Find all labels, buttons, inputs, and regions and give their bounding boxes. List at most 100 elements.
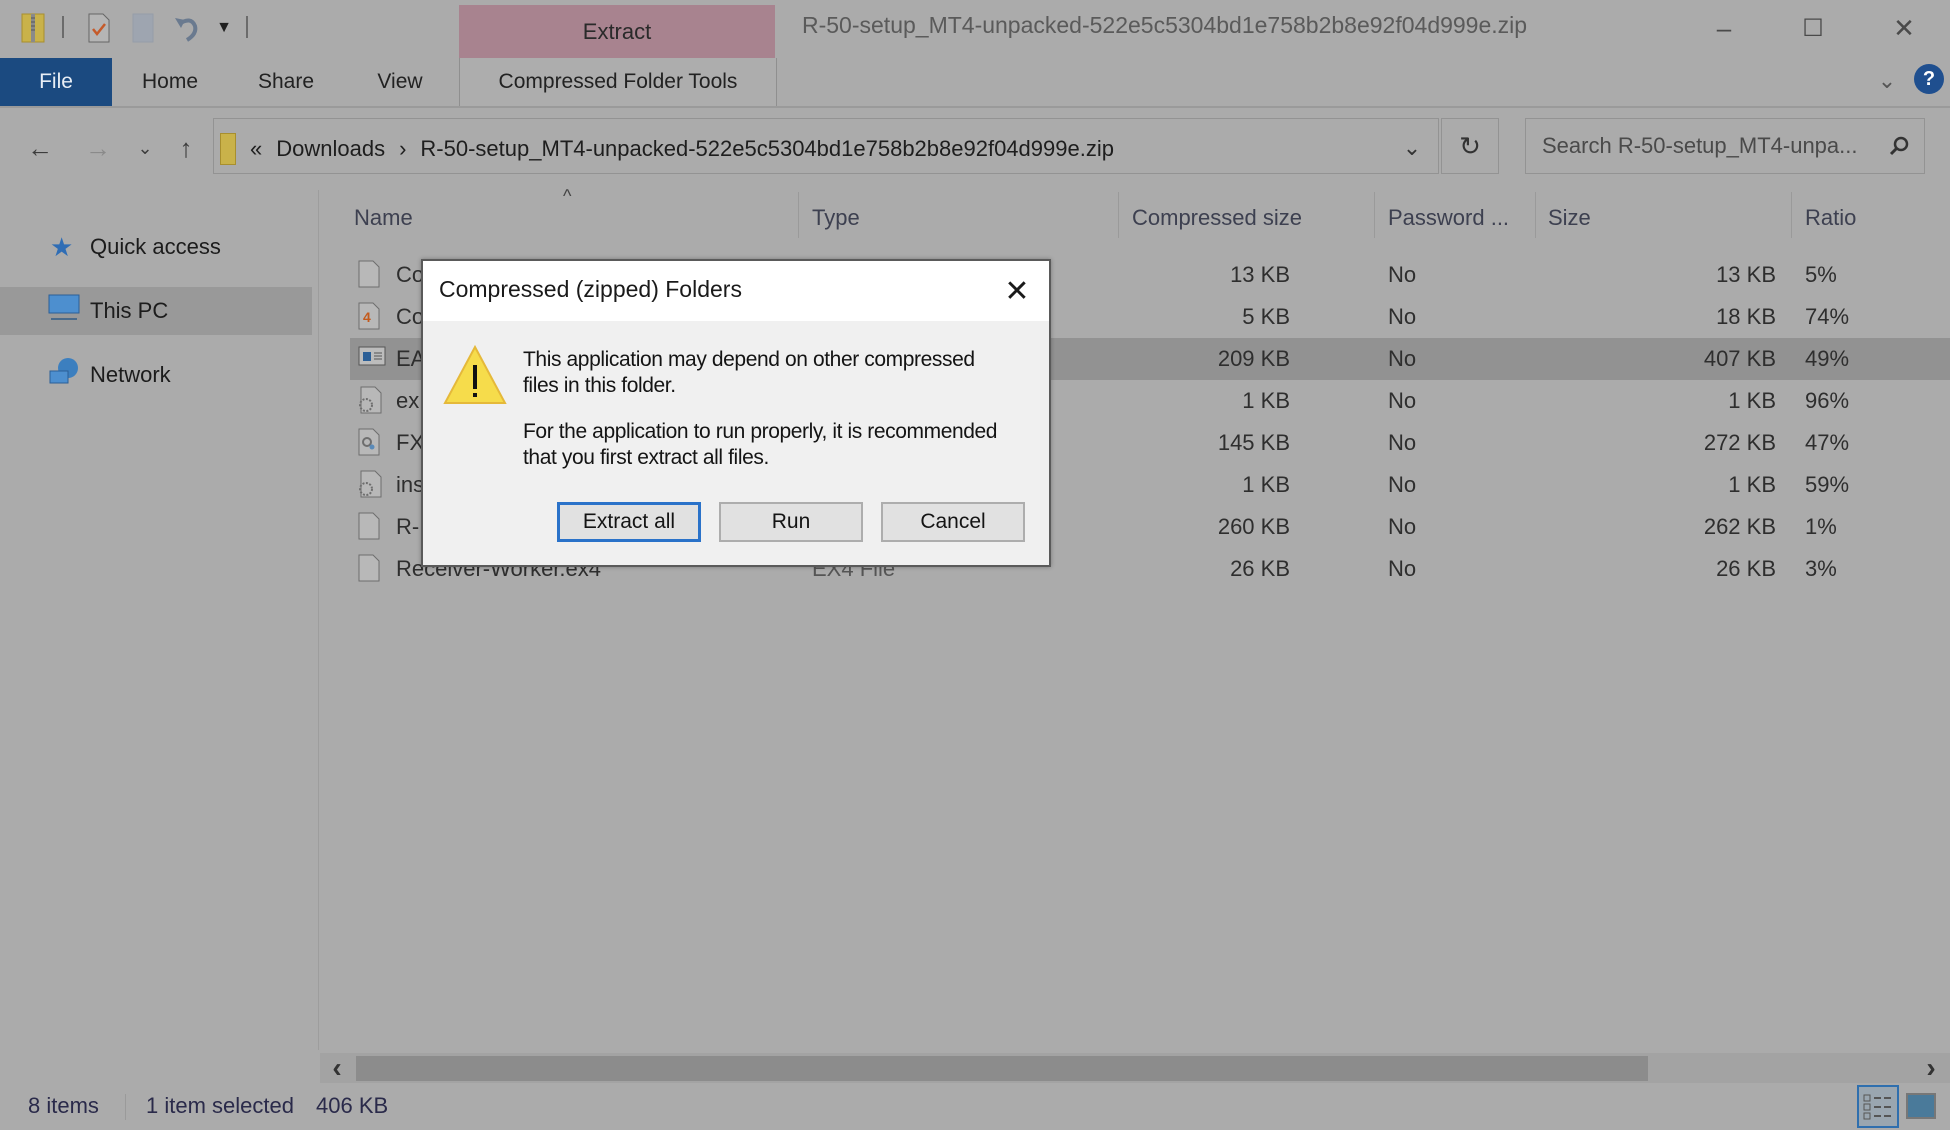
search-input[interactable]: Search R-50-setup_MT4-unpa...	[1525, 118, 1925, 174]
cell-ratio: 5%	[1805, 262, 1837, 287]
column-header-size[interactable]: Size	[1548, 200, 1591, 236]
column-header-ratio[interactable]: Ratio	[1805, 200, 1856, 236]
dialog-message-line: For the application to run properly, it …	[523, 420, 998, 443]
refresh-button[interactable]: ↻	[1441, 118, 1499, 174]
column-divider[interactable]	[1535, 192, 1536, 238]
settings-file-icon	[358, 386, 382, 414]
column-divider[interactable]	[1118, 192, 1119, 238]
window-title: R-50-setup_MT4-unpacked-522e5c5304bd1e75…	[802, 12, 1528, 38]
cell-name: FX	[396, 430, 425, 455]
cell-name: Co	[396, 262, 425, 287]
details-view-button[interactable]	[1857, 1085, 1899, 1128]
sidebar-item-quick-access[interactable]: ★ Quick access	[0, 223, 312, 271]
cell-password: No	[1388, 262, 1417, 287]
cell-password: No	[1388, 472, 1417, 497]
undo-icon[interactable]	[170, 10, 204, 46]
close-button[interactable]: ✕	[1869, 6, 1939, 50]
tab-home[interactable]: Home	[120, 58, 220, 106]
sidebar-item-label: Network	[90, 362, 171, 387]
cell-size: 13 KB	[1716, 262, 1776, 287]
file-icon	[358, 260, 380, 288]
ribbon-expand-icon[interactable]: ⌄	[1872, 64, 1902, 98]
sidebar-item-label: Quick access	[90, 234, 221, 259]
cell-size: 1 KB	[1728, 388, 1776, 413]
cell-size: 272 KB	[1703, 430, 1776, 455]
tab-share[interactable]: Share	[236, 58, 336, 106]
customize-dropdown-icon[interactable]: ▼	[214, 10, 234, 46]
breadcrumb-separator[interactable]: ›	[399, 136, 406, 162]
cell-compressed-size: 209 KB	[1217, 346, 1290, 371]
address-dropdown-icon[interactable]: ⌄	[1392, 128, 1432, 168]
run-button[interactable]: Run	[719, 502, 863, 542]
minimize-button[interactable]: –	[1689, 6, 1759, 50]
recent-locations-button[interactable]: ⌄	[132, 128, 158, 168]
scroll-right-button[interactable]: ›	[1918, 1052, 1944, 1083]
settings-file-icon	[358, 470, 382, 498]
column-divider[interactable]	[1374, 192, 1375, 238]
large-icons-view-button[interactable]	[1906, 1093, 1936, 1119]
svg-text:4: 4	[363, 309, 371, 325]
extract-all-button[interactable]: Extract all	[557, 502, 701, 542]
sort-ascending-icon: ^	[563, 186, 572, 206]
help-icon[interactable]: ?	[1914, 64, 1944, 94]
zip-folder-icon	[18, 10, 48, 46]
column-header-type[interactable]: Type	[812, 200, 860, 236]
application-icon	[358, 344, 386, 372]
breadcrumb-downloads[interactable]: Downloads	[276, 136, 385, 162]
cell-ratio: 3%	[1805, 556, 1837, 581]
file-icon	[358, 554, 380, 582]
cancel-button[interactable]: Cancel	[881, 502, 1025, 542]
cell-compressed-size: 145 KB	[1217, 430, 1290, 455]
dialog-message-line: that you first extract all files.	[523, 446, 769, 469]
dll-file-icon	[358, 428, 380, 456]
tab-view[interactable]: View	[350, 58, 450, 106]
dialog-message-line: This application may depend on other com…	[523, 348, 975, 371]
new-folder-icon[interactable]	[128, 10, 158, 46]
cell-name: ex	[396, 388, 420, 413]
properties-icon[interactable]	[84, 10, 114, 46]
forward-button[interactable]: →	[78, 128, 118, 168]
cell-compressed-size: 1 KB	[1242, 472, 1290, 497]
sidebar-item-network[interactable]: Network	[0, 351, 312, 399]
column-header-compressed-size[interactable]: Compressed size	[1132, 200, 1302, 236]
toolbar-separator	[246, 16, 248, 38]
back-button[interactable]: ←	[20, 128, 60, 168]
up-button[interactable]: ↑	[166, 128, 206, 168]
dialog-message-line: files in this folder.	[523, 374, 676, 397]
column-header-name[interactable]: Name	[354, 200, 413, 236]
cell-compressed-size: 13 KB	[1230, 262, 1290, 287]
cell-ratio: 74%	[1805, 304, 1850, 329]
cell-password: No	[1388, 388, 1417, 413]
maximize-button[interactable]: ☐	[1778, 6, 1848, 50]
breadcrumb-zip[interactable]: R-50-setup_MT4-unpacked-522e5c5304bd1e75…	[420, 136, 1114, 162]
cell-name: Co	[396, 304, 425, 329]
cell-ratio: 96%	[1805, 388, 1850, 413]
cell-password: No	[1388, 430, 1417, 455]
extract-context-tab[interactable]: Extract	[459, 5, 775, 58]
sidebar-item-this-pc[interactable]: This PC	[0, 287, 312, 335]
column-divider[interactable]	[1791, 192, 1792, 238]
computer-icon	[48, 294, 80, 328]
tab-compressed-folder-tools[interactable]: Compressed Folder Tools	[459, 58, 777, 106]
search-placeholder: Search R-50-setup_MT4-unpa...	[1542, 133, 1858, 158]
cell-compressed-size: 26 KB	[1230, 556, 1290, 581]
cell-password: No	[1388, 514, 1417, 539]
scrollbar-thumb[interactable]	[356, 1056, 1648, 1081]
cell-compressed-size: 1 KB	[1242, 388, 1290, 413]
cell-compressed-size: 260 KB	[1217, 514, 1290, 539]
network-icon	[48, 357, 80, 393]
cell-password: No	[1388, 304, 1417, 329]
cell-size: 407 KB	[1703, 346, 1776, 371]
cell-password: No	[1388, 346, 1417, 371]
column-header-password[interactable]: Password ...	[1388, 200, 1509, 236]
dialog-close-button[interactable]: ✕	[997, 271, 1037, 311]
cell-size: 262 KB	[1703, 514, 1776, 539]
breadcrumb-overflow[interactable]: «	[250, 136, 262, 162]
column-divider[interactable]	[798, 192, 799, 238]
warning-icon	[443, 344, 507, 405]
file-icon	[358, 512, 380, 540]
search-icon[interactable]	[1884, 130, 1914, 162]
cell-compressed-size: 5 KB	[1242, 304, 1290, 329]
tab-file[interactable]: File	[0, 58, 112, 106]
scroll-left-button[interactable]: ‹	[324, 1052, 350, 1083]
